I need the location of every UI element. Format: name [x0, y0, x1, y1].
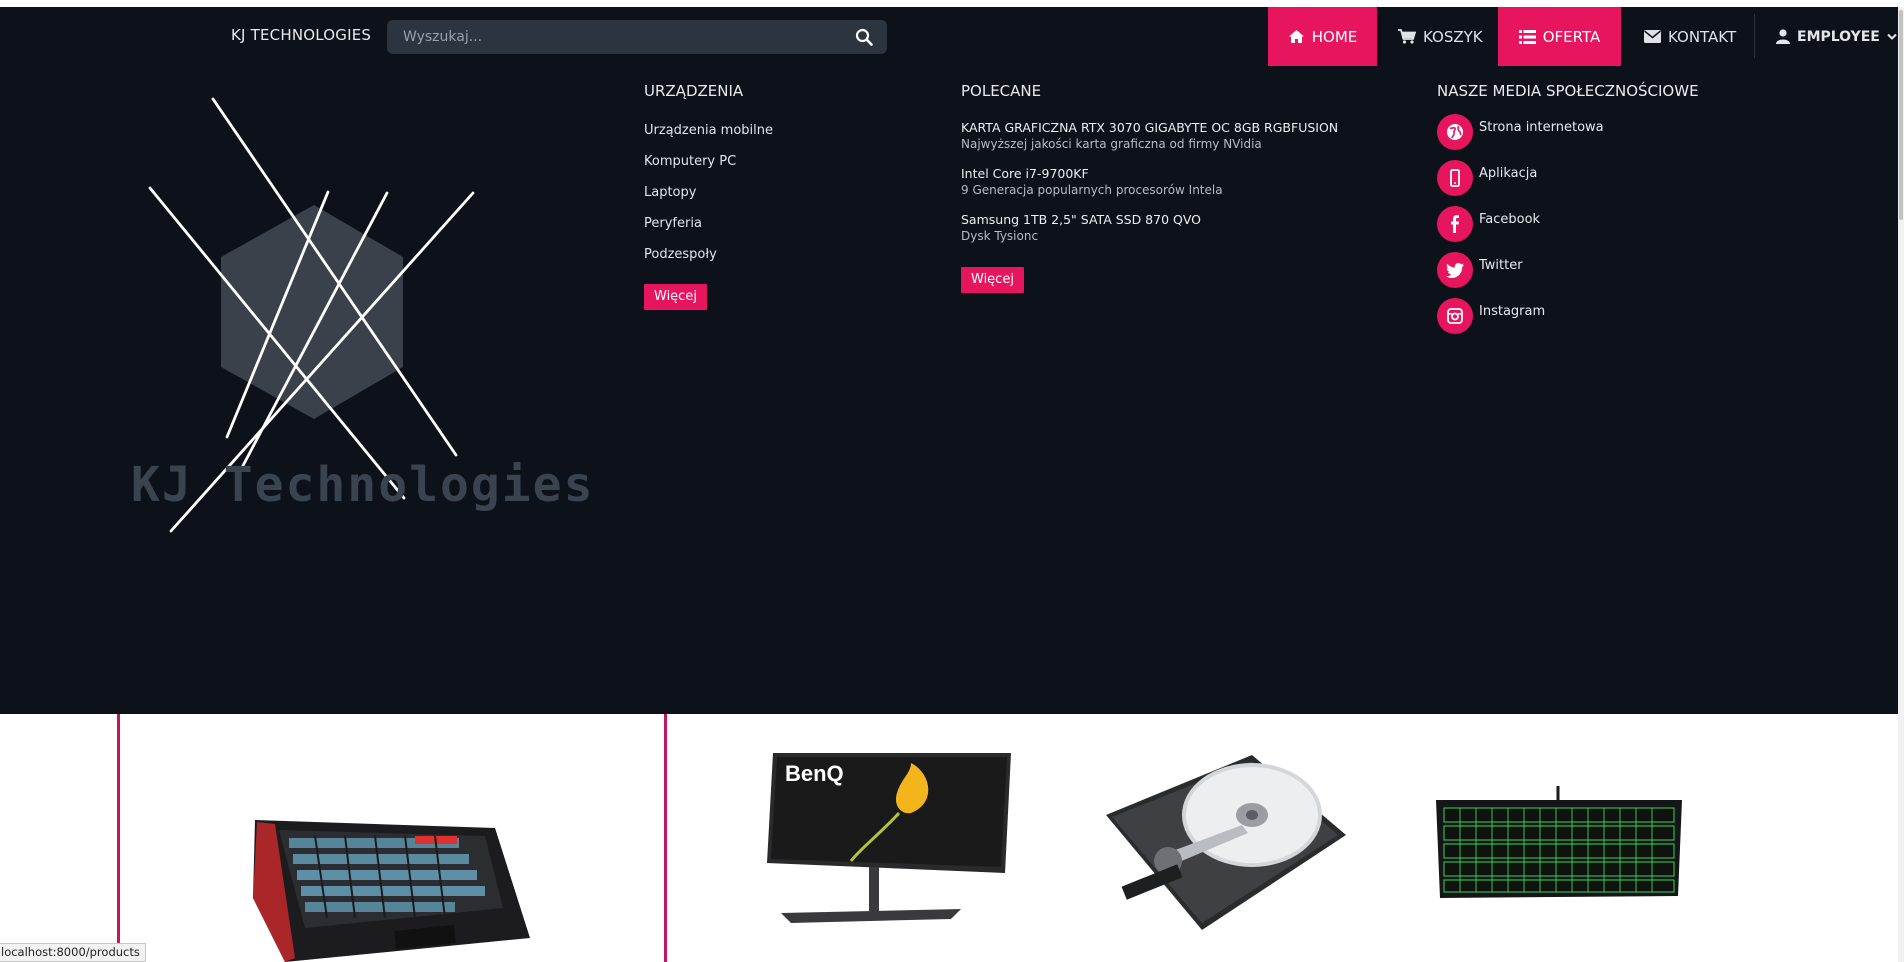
- product-divider: [664, 714, 667, 962]
- link-components[interactable]: Podzespoły: [644, 247, 717, 262]
- devices-more-button[interactable]: Więcej: [644, 284, 707, 310]
- facebook-icon: [1437, 206, 1473, 242]
- nav-offer[interactable]: OFERTA: [1498, 7, 1621, 66]
- social-twitter[interactable]: Twitter: [1437, 252, 1523, 288]
- link-laptops[interactable]: Laptopy: [644, 185, 696, 200]
- globe-icon: [1437, 114, 1473, 150]
- recommended-item-subtitle: Najwyższej jakości karta graficzna od fi…: [961, 137, 1262, 151]
- recommended-item-title[interactable]: Intel Core i7-9700KF: [961, 166, 1089, 181]
- nav-contact[interactable]: KONTAKT: [1644, 7, 1736, 66]
- mobile-icon: [1437, 160, 1473, 196]
- product-divider: [117, 714, 120, 962]
- logo-wordmark: KJ Technologies: [131, 457, 595, 513]
- social-website-label: Strona internetowa: [1479, 119, 1604, 135]
- instagram-icon: [1437, 298, 1473, 334]
- product-hdd-image[interactable]: [1102, 755, 1348, 930]
- twitter-icon: [1437, 252, 1473, 288]
- social-instagram[interactable]: Instagram: [1437, 298, 1545, 334]
- social-facebook[interactable]: Facebook: [1437, 206, 1540, 242]
- recommended-more-button[interactable]: Więcej: [961, 267, 1024, 293]
- nav-cart-label: KOSZYK: [1423, 27, 1483, 46]
- search-icon[interactable]: [855, 28, 873, 46]
- recommended-item-subtitle: Dysk Tysionc: [961, 229, 1039, 243]
- nav-offer-label: OFERTA: [1542, 27, 1601, 46]
- nav-employee-dropdown[interactable]: EMPLOYEE: [1776, 7, 1897, 66]
- nav-cart[interactable]: KOSZYK: [1398, 7, 1483, 66]
- search-bar: [387, 20, 887, 54]
- nav-home[interactable]: HOME: [1268, 7, 1377, 66]
- top-strip: [0, 0, 1904, 7]
- social-instagram-label: Instagram: [1479, 303, 1546, 319]
- product-keyboard-green-image[interactable]: [1434, 786, 1684, 902]
- nav-contact-label: KONTAKT: [1668, 27, 1737, 46]
- search-input[interactable]: [387, 20, 847, 54]
- user-icon: [1776, 29, 1790, 44]
- nav-separator: [1754, 14, 1755, 58]
- envelope-icon: [1644, 30, 1661, 43]
- product-keyboard-gaming-image[interactable]: [245, 808, 535, 962]
- recommended-item-title[interactable]: KARTA GRAFICZNA RTX 3070 GIGABYTE OC 8GB…: [961, 120, 1338, 135]
- chevron-down-icon: [1887, 33, 1897, 40]
- product-monitor-image[interactable]: BenQ: [761, 753, 1013, 933]
- browser-status-url: localhost:8000/products: [0, 943, 146, 962]
- link-mobile-devices[interactable]: Urządzenia mobilne: [644, 123, 773, 138]
- social-app[interactable]: Aplikacja: [1437, 160, 1537, 196]
- devices-title: URZĄDZENIA: [644, 82, 744, 100]
- nav-employee-label: EMPLOYEE: [1797, 28, 1880, 45]
- social-twitter-label: Twitter: [1479, 257, 1523, 273]
- brand-link[interactable]: KJ TECHNOLOGIES: [231, 26, 371, 44]
- recommended-item-title[interactable]: Samsung 1TB 2,5" SATA SSD 870 QVO: [961, 212, 1201, 227]
- cart-icon: [1398, 29, 1416, 44]
- nav-home-label: HOME: [1311, 27, 1358, 46]
- social-website[interactable]: Strona internetowa: [1437, 114, 1604, 150]
- scrollbar-thumb[interactable]: [1899, 10, 1903, 220]
- recommended-title: POLECANE: [961, 82, 1042, 100]
- list-icon: [1518, 29, 1536, 44]
- link-pc[interactable]: Komputery PC: [644, 154, 736, 169]
- social-app-label: Aplikacja: [1479, 165, 1538, 181]
- recommended-item-subtitle: 9 Generacja popularnych procesorów Intel…: [961, 183, 1223, 197]
- home-icon: [1288, 30, 1304, 43]
- monitor-brand-text: BenQ: [785, 761, 844, 786]
- social-title: NASZE MEDIA SPOŁECZNOŚCIOWE: [1437, 82, 1699, 100]
- link-peripherals[interactable]: Peryferia: [644, 216, 702, 231]
- social-facebook-label: Facebook: [1479, 211, 1541, 227]
